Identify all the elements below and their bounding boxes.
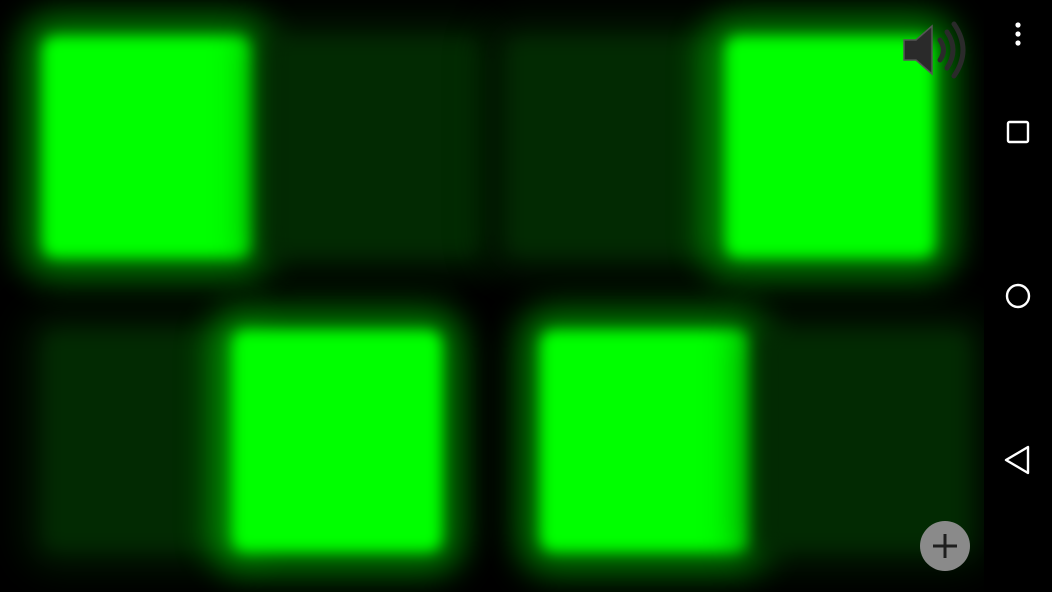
plus-icon [933, 534, 957, 558]
pad-top-3[interactable] [505, 36, 715, 258]
back-triangle-icon [1004, 445, 1030, 475]
back-button[interactable] [998, 440, 1038, 480]
sound-toggle-button[interactable] [902, 20, 966, 80]
recents-square-icon [1006, 120, 1030, 144]
more-options-icon [1015, 22, 1021, 46]
home-button[interactable] [998, 276, 1038, 316]
pad-bottom-1[interactable] [42, 330, 252, 552]
add-button[interactable] [920, 521, 970, 571]
system-nav-bar [984, 0, 1052, 592]
pad-grid [0, 0, 984, 592]
pad-bottom-2[interactable] [232, 330, 442, 552]
pad-top-1[interactable] [42, 36, 252, 258]
more-options-button[interactable] [998, 14, 1038, 54]
pad-bottom-4[interactable] [760, 330, 970, 552]
speaker-volume-icon [903, 21, 966, 79]
pad-bottom-3[interactable] [540, 330, 750, 552]
pad-top-2[interactable] [270, 36, 480, 258]
app-screen [0, 0, 1052, 592]
recents-button[interactable] [998, 112, 1038, 152]
home-circle-icon [1005, 283, 1031, 309]
